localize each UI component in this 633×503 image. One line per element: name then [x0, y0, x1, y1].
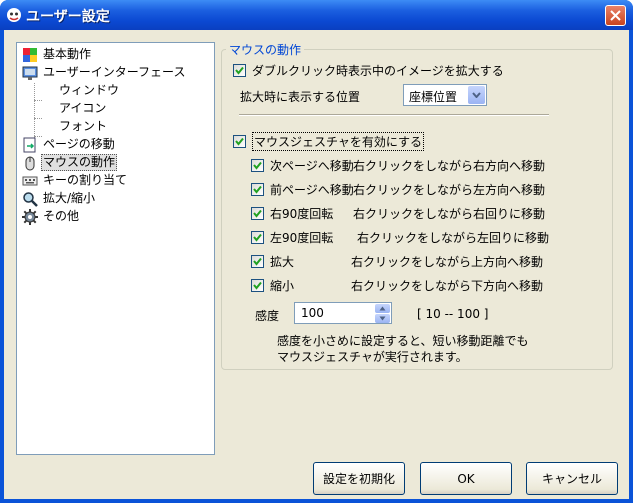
checkbox-box	[233, 64, 246, 77]
window-title: ユーザー設定	[26, 9, 110, 25]
gesture-description: 右クリックをしながら下方向へ移動	[351, 279, 544, 293]
gesture-zoom-out-checkbox[interactable]: 縮小	[251, 277, 294, 294]
mouse-icon	[25, 156, 35, 170]
cancel-button-label: キャンセル	[541, 472, 602, 486]
gesture-description: 右クリックをしながら右方向へ移動	[353, 159, 546, 173]
gesture-name: 縮小	[270, 279, 295, 293]
settings-tree[interactable]: 基本動作 ユーザーインターフェース ウィンドウ アイコン フォント ページの移動	[16, 42, 215, 455]
sensitivity-value: 100	[301, 306, 324, 320]
keyboard-icon	[22, 176, 38, 185]
reset-button-label: 設定を初期化	[322, 472, 395, 486]
tree-item-label: 基本動作	[43, 47, 92, 61]
checkbox-box	[233, 135, 246, 148]
ok-button-label: OK	[457, 471, 475, 486]
gesture-rotate-right-checkbox[interactable]: 右90度回転	[251, 205, 333, 222]
zoom-position-select[interactable]: 座標位置	[403, 84, 487, 106]
tree-item-label: ページの移動	[43, 137, 115, 151]
tree-item-mouse[interactable]: マウスの動作	[22, 154, 118, 171]
check-icon	[253, 161, 262, 170]
gesture-rotate-left-checkbox[interactable]: 左90度回転	[251, 229, 333, 246]
tree-item-basic[interactable]: 基本動作	[22, 46, 93, 63]
check-icon	[253, 209, 262, 218]
app-icon	[7, 8, 21, 22]
gesture-description: 右クリックをしながら左方向へ移動	[353, 183, 546, 197]
tree-item-label: アイコン	[59, 101, 107, 115]
checkbox-box	[251, 207, 264, 220]
chevron-down-icon	[379, 316, 386, 321]
chevron-up-icon	[379, 306, 386, 311]
gesture-description: 右クリックをしながら右回りに移動	[353, 207, 546, 221]
checkbox-box	[251, 279, 264, 292]
basic-icon	[23, 47, 37, 62]
check-icon	[235, 66, 244, 75]
separator	[239, 114, 549, 116]
gesture-zoom-in-checkbox[interactable]: 拡大	[251, 253, 294, 270]
gesture-description: 右クリックをしながら上方向へ移動	[351, 255, 544, 269]
dblclick-zoom-checkbox[interactable]: ダブルクリック時表示中のイメージを拡大する	[233, 62, 504, 79]
tree-item-label: マウスの動作	[41, 154, 118, 171]
check-icon	[253, 257, 262, 266]
tree-connector	[34, 83, 35, 138]
gesture-name: 拡大	[270, 255, 295, 269]
gesture-name: 次ページへ移動	[270, 159, 354, 173]
checkbox-box	[251, 183, 264, 196]
sensitivity-spinner[interactable]: 100	[294, 302, 392, 324]
gesture-enable-label: マウスジェスチャを有効にする	[252, 132, 425, 151]
tree-item-icon[interactable]: アイコン	[57, 100, 108, 117]
sensitivity-range: [ 10 -- 100 ]	[417, 307, 489, 321]
sensitivity-label: 感度	[255, 309, 280, 323]
check-icon	[253, 185, 262, 194]
check-icon	[235, 137, 244, 146]
gesture-next-page-checkbox[interactable]: 次ページへ移動	[251, 157, 354, 174]
reset-button[interactable]: 設定を初期化	[313, 462, 405, 495]
checkbox-box	[251, 231, 264, 244]
check-icon	[253, 281, 262, 290]
cancel-button[interactable]: キャンセル	[526, 462, 618, 495]
tree-connector	[34, 100, 42, 101]
tree-item-label: ユーザーインターフェース	[43, 65, 186, 79]
gesture-name: 左90度回転	[270, 231, 334, 245]
magnifier-icon	[23, 191, 38, 207]
check-icon	[253, 233, 262, 242]
tree-connector	[34, 118, 42, 119]
tree-item-label: ウィンドウ	[59, 83, 120, 97]
close-icon	[610, 10, 621, 21]
user-interface-icon	[22, 66, 38, 80]
gesture-name: 右90度回転	[270, 207, 334, 221]
tree-item-font[interactable]: フォント	[57, 118, 109, 135]
title-bar[interactable]: ユーザー設定	[0, 0, 633, 30]
settings-window: ユーザー設定 基本動作 ユーザーインターフェース ウィンドウ アイコン フォント…	[0, 0, 633, 503]
zoom-position-label: 拡大時に表示する位置	[240, 90, 361, 104]
tree-item-page-move[interactable]: ページの移動	[22, 136, 117, 153]
tree-item-label: 拡大/縮小	[43, 191, 96, 205]
ok-button[interactable]: OK	[420, 462, 512, 495]
tree-item-label: その他	[43, 209, 80, 223]
sensitivity-note-line1: 感度を小さめに設定すると、短い移動距離でも	[277, 334, 529, 348]
checkbox-box	[251, 255, 264, 268]
gear-icon	[22, 208, 38, 225]
chevron-down-icon	[472, 92, 481, 98]
spin-down-button[interactable]	[375, 314, 390, 323]
tree-item-zoom[interactable]: 拡大/縮小	[22, 190, 97, 207]
dialog-body: 基本動作 ユーザーインターフェース ウィンドウ アイコン フォント ページの移動	[4, 30, 629, 499]
tree-item-label: フォント	[59, 119, 108, 133]
tree-item-window[interactable]: ウィンドウ	[57, 82, 121, 99]
zoom-position-value: 座標位置	[409, 90, 458, 104]
page-move-icon	[23, 137, 36, 152]
tree-item-label: キーの割り当て	[43, 173, 128, 187]
sensitivity-note-line2: マウスジェスチャが実行されます。	[277, 350, 468, 364]
gesture-description: 右クリックをしながら左回りに移動	[357, 231, 550, 245]
tree-item-ui[interactable]: ユーザーインターフェース	[22, 64, 187, 81]
tree-item-keys[interactable]: キーの割り当て	[22, 172, 129, 189]
gesture-prev-page-checkbox[interactable]: 前ページへ移動	[251, 181, 354, 198]
dropdown-button[interactable]	[468, 86, 485, 104]
gesture-name: 前ページへ移動	[270, 183, 354, 197]
tree-item-other[interactable]: その他	[22, 208, 81, 225]
spin-up-button[interactable]	[375, 304, 390, 313]
group-title: マウスの動作	[226, 41, 305, 58]
dblclick-zoom-label: ダブルクリック時表示中のイメージを拡大する	[252, 64, 504, 78]
gesture-enable-checkbox[interactable]: マウスジェスチャを有効にする	[233, 132, 425, 151]
close-button[interactable]	[605, 5, 626, 26]
checkbox-box	[251, 159, 264, 172]
